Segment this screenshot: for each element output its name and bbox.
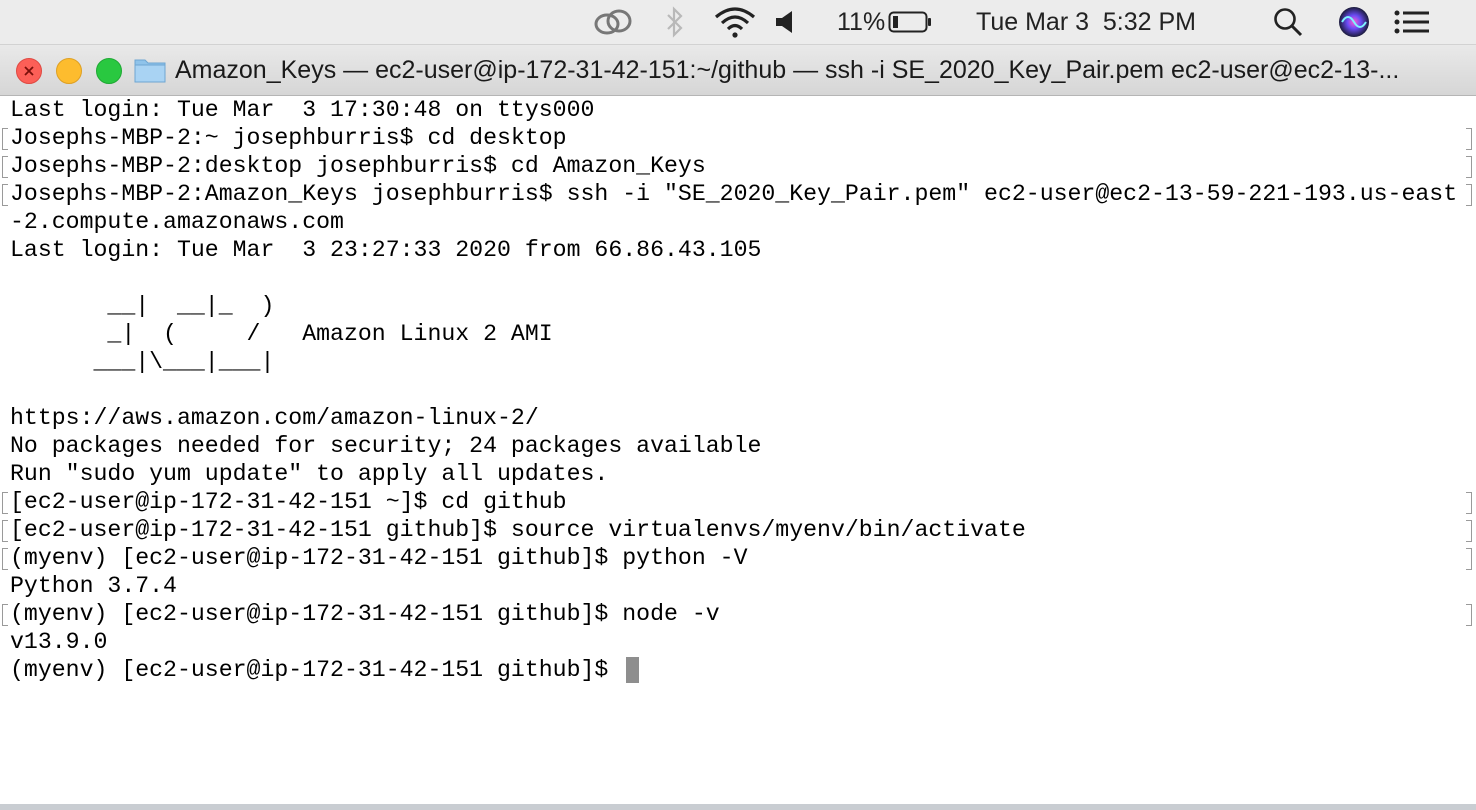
command-mark	[1466, 492, 1472, 514]
close-button[interactable]	[16, 58, 42, 84]
notification-center-icon[interactable]	[1394, 0, 1430, 44]
command-mark	[2, 128, 8, 150]
battery-percent: 11%	[837, 0, 885, 44]
battery-percent-text: 11%	[837, 7, 886, 36]
creative-cloud-icon[interactable]	[592, 0, 634, 44]
command-mark	[1466, 156, 1472, 178]
window-title-bar[interactable]: Amazon_Keys — ec2-user@ip-172-31-42-151:…	[0, 45, 1476, 96]
terminal-line: Josephs-MBP-2:desktop josephburris$ cd A…	[10, 153, 706, 179]
terminal-line: -2.compute.amazonaws.com	[10, 209, 344, 235]
command-mark	[2, 548, 8, 570]
terminal-content[interactable]: Last login: Tue Mar 3 17:30:48 on ttys00…	[0, 96, 1476, 810]
date-time[interactable]: Tue Mar 3 5:32 PM	[976, 0, 1196, 44]
command-mark	[1466, 128, 1472, 150]
window-title: Amazon_Keys — ec2-user@ip-172-31-42-151:…	[175, 56, 1400, 84]
command-mark	[2, 520, 8, 542]
minimize-button[interactable]	[56, 58, 82, 84]
terminal-line: ___|\___|___|	[10, 349, 275, 375]
siri-icon[interactable]	[1337, 0, 1371, 44]
command-mark	[2, 492, 8, 514]
volume-icon[interactable]	[774, 0, 798, 44]
zoom-button[interactable]	[96, 58, 122, 84]
terminal-line: Python 3.7.4	[10, 573, 177, 599]
command-mark	[1466, 520, 1472, 542]
command-mark	[1466, 184, 1472, 206]
command-mark	[1466, 604, 1472, 626]
terminal-line: Josephs-MBP-2:Amazon_Keys josephburris$ …	[10, 181, 1458, 207]
command-mark	[2, 604, 8, 626]
close-icon	[24, 66, 34, 76]
battery-icon[interactable]	[888, 0, 934, 44]
terminal-line: No packages needed for security; 24 pack…	[10, 433, 762, 459]
bluetooth-icon[interactable]	[664, 0, 686, 44]
spotlight-search-icon[interactable]	[1272, 0, 1304, 44]
terminal-line: [ec2-user@ip-172-31-42-151 ~]$ cd github	[10, 489, 567, 515]
command-mark	[1466, 548, 1472, 570]
command-mark	[2, 184, 8, 206]
command-mark	[2, 156, 8, 178]
terminal-line: v13.9.0	[10, 629, 108, 655]
terminal-line: (myenv) [ec2-user@ip-172-31-42-151 githu…	[10, 601, 720, 627]
date-time-text: Tue Mar 3 5:32 PM	[976, 7, 1196, 36]
terminal-line: Last login: Tue Mar 3 17:30:48 on ttys00…	[10, 97, 595, 123]
menu-bar: 11% Tue Mar 3 5:32 PM	[0, 0, 1476, 45]
desktop-background-strip	[0, 804, 1476, 810]
terminal-line: [ec2-user@ip-172-31-42-151 github]$ sour…	[10, 517, 1026, 543]
wifi-icon[interactable]	[713, 0, 757, 44]
terminal-line: __| __|_ )	[10, 293, 275, 319]
terminal-line: Run "sudo yum update" to apply all updat…	[10, 461, 609, 487]
terminal-line: (myenv) [ec2-user@ip-172-31-42-151 githu…	[10, 657, 623, 683]
terminal-line: https://aws.amazon.com/amazon-linux-2/	[10, 405, 539, 431]
text-cursor	[626, 657, 639, 683]
folder-icon	[134, 59, 166, 83]
terminal-line: _| ( / Amazon Linux 2 AMI	[10, 321, 553, 347]
terminal-line: Josephs-MBP-2:~ josephburris$ cd desktop	[10, 125, 567, 151]
terminal-line: Last login: Tue Mar 3 23:27:33 2020 from…	[10, 237, 762, 263]
terminal-line: (myenv) [ec2-user@ip-172-31-42-151 githu…	[10, 545, 748, 571]
